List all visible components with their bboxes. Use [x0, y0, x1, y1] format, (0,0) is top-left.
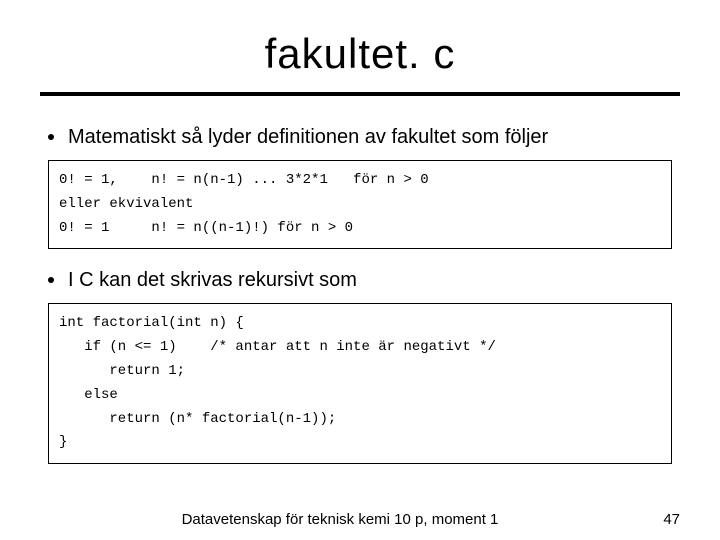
code-line: } [59, 434, 67, 450]
page-title: fakultet. c [40, 30, 680, 78]
code-line: eller ekvivalent [59, 196, 193, 212]
title-rule [40, 92, 680, 96]
bullet-text: I C kan det skrivas rekursivt som [68, 267, 357, 293]
code-line: else [59, 387, 118, 403]
bullet-2: I C kan det skrivas rekursivt som [48, 267, 680, 293]
footer-text: Datavetenskap för teknisk kemi 10 p, mom… [40, 511, 640, 528]
code-line: return (n* factorial(n-1)); [59, 411, 336, 427]
code-line: int factorial(int n) { [59, 315, 244, 331]
codebox-math: 0! = 1, n! = n(n-1) ... 3*2*1 för n > 0 … [48, 160, 672, 249]
code-line: 0! = 1 n! = n((n-1)!) för n > 0 [59, 220, 353, 236]
bullet-dot-icon [48, 134, 54, 140]
code-line: return 1; [59, 363, 185, 379]
code-line: if (n <= 1) /* antar att n inte är negat… [59, 339, 496, 355]
page-number: 47 [640, 511, 680, 528]
footer: Datavetenskap för teknisk kemi 10 p, mom… [0, 511, 720, 528]
bullet-text: Matematiskt så lyder definitionen av fak… [68, 124, 548, 150]
slide: fakultet. c Matematiskt så lyder definit… [0, 0, 720, 540]
codebox-c: int factorial(int n) { if (n <= 1) /* an… [48, 303, 672, 464]
code-line: 0! = 1, n! = n(n-1) ... 3*2*1 för n > 0 [59, 172, 429, 188]
bullet-1: Matematiskt så lyder definitionen av fak… [48, 124, 680, 150]
bullet-dot-icon [48, 277, 54, 283]
